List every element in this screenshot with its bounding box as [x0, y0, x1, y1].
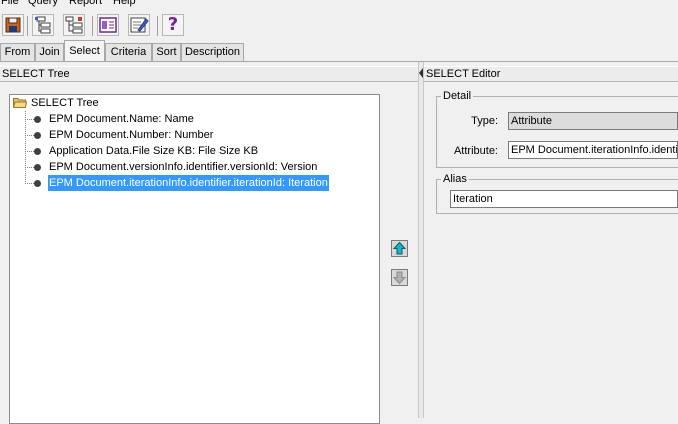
- attribute-label: Attribute:: [453, 145, 498, 157]
- type-label: Type:: [471, 115, 498, 127]
- move-down-arrow-icon: [392, 271, 407, 285]
- tree-item-label: EPM Document.Number: Number: [49, 129, 214, 141]
- menu-report[interactable]: Report: [69, 0, 102, 8]
- save-button[interactable]: [2, 14, 24, 36]
- menu-help[interactable]: Help: [113, 0, 136, 8]
- menu-query[interactable]: Query: [28, 0, 58, 8]
- query-structure-button[interactable]: [32, 14, 54, 36]
- tab-select[interactable]: Select: [64, 40, 105, 62]
- tree-item-label: EPM Document.Name: Name: [49, 113, 194, 125]
- toolbar-separator: [157, 16, 158, 36]
- toolbar-separator: [27, 16, 28, 36]
- report-icon: [99, 17, 117, 33]
- tab-join[interactable]: Join: [35, 43, 64, 61]
- query-structure-icon: [35, 16, 51, 34]
- tab-sort[interactable]: Sort: [152, 43, 181, 61]
- move-up-button[interactable]: [391, 240, 408, 257]
- tree-item-bullet-icon: [34, 180, 41, 187]
- tab-divider: [0, 61, 678, 62]
- tab-description[interactable]: Description: [181, 43, 244, 61]
- tree-root-label: SELECT Tree: [31, 97, 99, 109]
- tree-item[interactable]: EPM Document.Number: Number: [10, 127, 379, 143]
- tree-item-label: Application Data.File Size KB: File Size…: [49, 145, 259, 157]
- tree-root[interactable]: SELECT Tree: [10, 95, 379, 111]
- edit-report-button[interactable]: [128, 14, 150, 36]
- tree-connector: [25, 119, 34, 120]
- alias-field[interactable]: Iteration: [450, 190, 678, 208]
- select-editor-panel-title: SELECT Editor: [424, 66, 678, 82]
- collapse-left-arrow-icon[interactable]: [419, 68, 423, 78]
- select-tree-panel-title: SELECT Tree: [0, 66, 418, 82]
- alias-group-title: Alias: [441, 173, 469, 185]
- tree-item[interactable]: EPM Document.versionInfo.identifier.vers…: [10, 159, 379, 175]
- tree-item[interactable]: Application Data.File Size KB: File Size…: [10, 143, 379, 159]
- save-icon: [5, 17, 21, 33]
- tab-from[interactable]: From: [0, 43, 35, 61]
- help-icon: ?: [167, 14, 179, 35]
- tree-item-bullet-icon: [34, 164, 41, 171]
- help-button[interactable]: ?: [162, 14, 184, 36]
- tree-item-label: EPM Document.versionInfo.identifier.vers…: [49, 161, 318, 173]
- toolbar-separator: [92, 16, 93, 36]
- query-tree-button[interactable]: [63, 14, 85, 36]
- tree-connector: [25, 167, 34, 168]
- tree-item-bullet-icon: [34, 116, 41, 123]
- move-up-arrow-icon: [392, 241, 407, 255]
- panel-splitter[interactable]: [418, 62, 424, 418]
- tab-strip: From Join Select Criteria Sort Descripti…: [0, 40, 678, 62]
- query-tree-icon: [65, 16, 83, 34]
- report-button[interactable]: [97, 14, 119, 36]
- menu-bar: File Query Report Help: [0, 0, 678, 8]
- edit-report-icon: [130, 17, 149, 33]
- toolbar: ?: [0, 8, 678, 40]
- type-select[interactable]: Attribute: [508, 112, 678, 130]
- tree-connector: [25, 135, 34, 136]
- menu-file[interactable]: File: [1, 0, 19, 8]
- move-down-button[interactable]: [391, 269, 408, 286]
- tree-connector: [25, 151, 34, 152]
- tree-connector: [25, 183, 34, 184]
- detail-group-title: Detail: [441, 90, 474, 102]
- tree-item-bullet-icon: [34, 132, 41, 139]
- tree-item-label: EPM Document.iterationInfo.identifier.it…: [48, 175, 329, 191]
- folder-open-icon: [13, 98, 27, 108]
- tab-criteria[interactable]: Criteria: [105, 43, 152, 61]
- select-tree[interactable]: SELECT Tree EPM Document.Name: Name EPM …: [9, 94, 380, 424]
- tree-item-selected[interactable]: EPM Document.iterationInfo.identifier.it…: [10, 175, 379, 191]
- attribute-field[interactable]: EPM Document.iterationInfo.identi: [508, 141, 678, 159]
- tree-item[interactable]: EPM Document.Name: Name: [10, 111, 379, 127]
- tree-item-bullet-icon: [34, 148, 41, 155]
